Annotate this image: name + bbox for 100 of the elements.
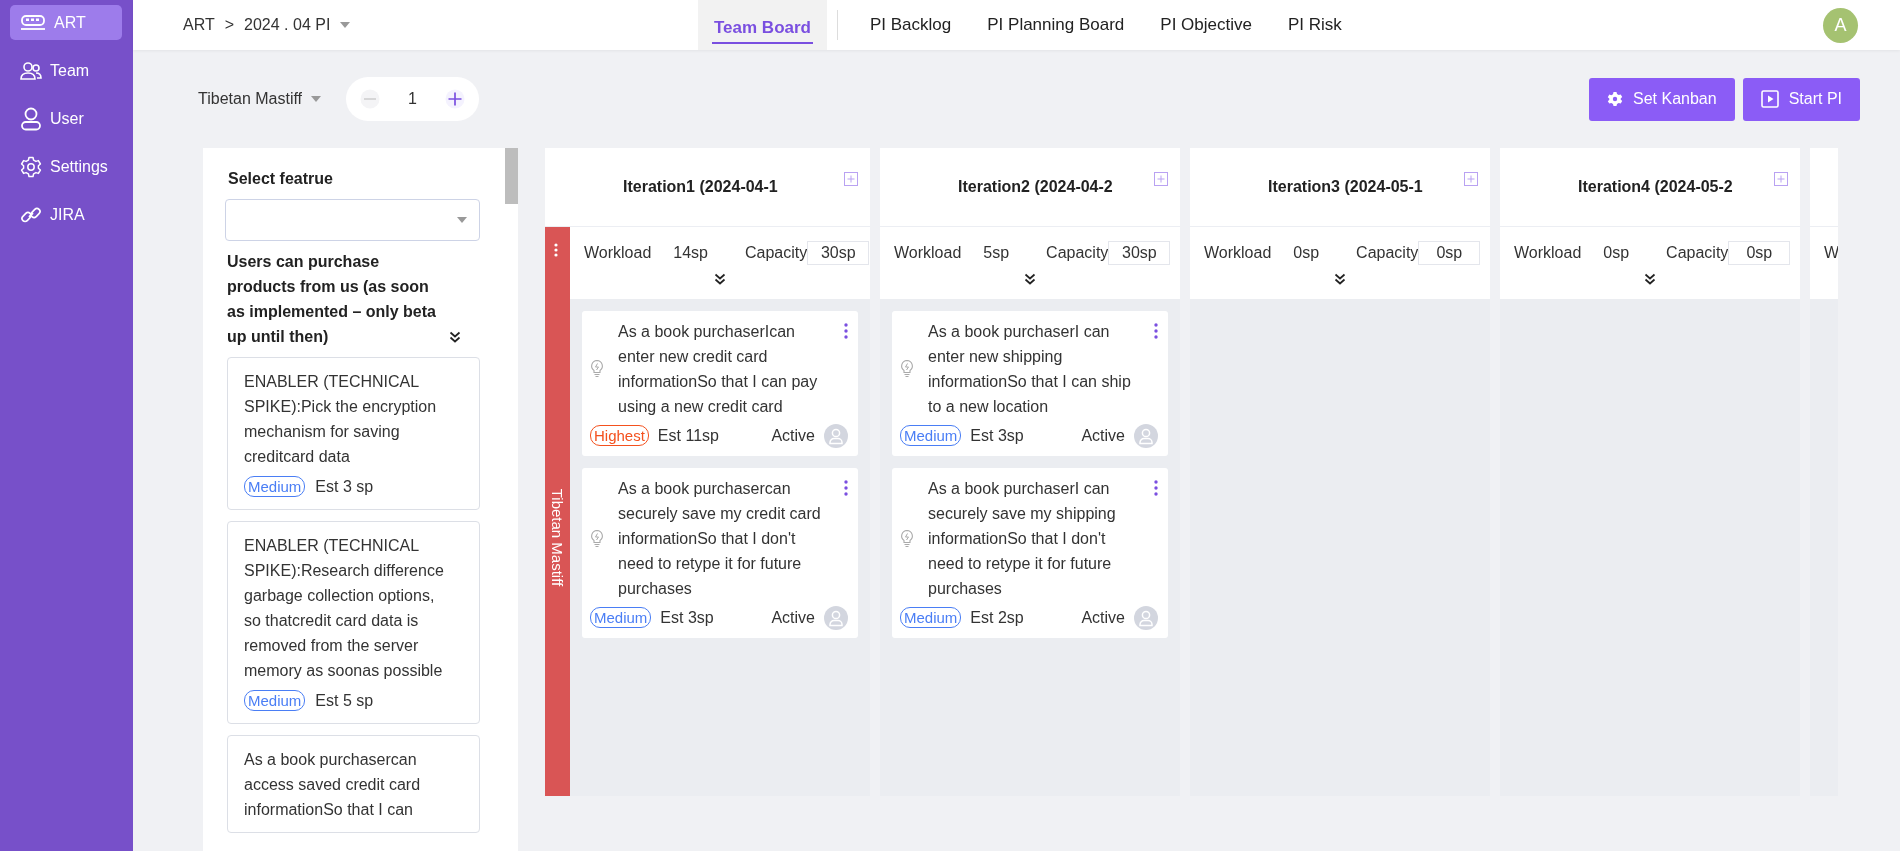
lightbulb-icon: [900, 359, 914, 379]
feature-title: Users can purchase products from us (as soon as implemented – only beta up until then): [227, 252, 437, 347]
feature-card[interactable]: ENABLER (TECHNICAL SPIKE):Research difference garbage collection options, so thatcredit card data is removed from the server memory as soonas possible Medium Est 5 sp: [227, 521, 480, 724]
iteration-title: Iteration2 (2024-04-2: [958, 178, 1113, 196]
capacity-field[interactable]: 30sp: [1108, 241, 1171, 265]
priority-tag: Highest: [590, 425, 649, 446]
capacity-field[interactable]: 0sp: [1728, 241, 1791, 265]
priority-tag: Medium: [244, 476, 306, 497]
story-text: As a book purchaserI can securely save my shipping informationSo that I don't need to retype it for future purchases: [927, 479, 1117, 599]
tab[interactable]: PI Risk: [1269, 0, 1360, 50]
workload-label: Workload: [894, 244, 962, 262]
add-icon[interactable]: [1464, 172, 1478, 186]
breadcrumb-separator: >: [224, 16, 235, 34]
workload-value: 5sp: [983, 244, 1010, 262]
iteration-title: Iteration3 (2024-05-1: [1268, 178, 1423, 196]
sidebar-item[interactable]: JIRA: [10, 197, 122, 232]
feature-card[interactable]: ENABLER (TECHNICAL SPIKE):Pick the encryption mechanism for saving creditcard data Medium Est 3 sp: [227, 357, 480, 510]
avatar-icon: [1134, 423, 1158, 448]
workload-label: Workload: [1514, 244, 1582, 262]
add-icon[interactable]: [1154, 172, 1168, 186]
swimlane-label: Tibetan Mastiff: [549, 488, 566, 586]
tab[interactable]: Team Board: [698, 0, 827, 50]
sidebar-item[interactable]: Team: [10, 53, 122, 88]
expand-icon[interactable]: [1644, 273, 1656, 285]
capacity-label: Capacity: [1356, 244, 1419, 262]
plus-button[interactable]: [444, 89, 465, 109]
more-icon[interactable]: [1154, 480, 1158, 496]
pi-dropdown[interactable]: 2024 . 04 PI: [244, 16, 351, 34]
user-icon: [20, 106, 42, 131]
workload-value: 0sp: [1603, 244, 1630, 262]
feature-card[interactable]: As a book purchasercan access saved credit card informationSo that I can: [227, 735, 480, 833]
more-icon[interactable]: [844, 480, 848, 496]
team-dropdown[interactable]: Tibetan Mastiff: [198, 90, 322, 108]
story-card[interactable]: As a book purchaserIcan enter new credit card informationSo that I can pay using a new credit card Highest Est 11sp Active: [582, 311, 858, 456]
workload-label: Workload: [1204, 244, 1272, 262]
expand-icon: [449, 331, 461, 343]
more-icon[interactable]: [1154, 323, 1158, 339]
story-card[interactable]: As a book purchaserI can enter new shipping informationSo that I can ship to a new location Medium Est 3sp Active: [892, 311, 1168, 456]
priority-tag: Medium: [244, 690, 306, 711]
priority-tag: Medium: [590, 607, 652, 628]
capacity-field[interactable]: 30sp: [807, 241, 870, 265]
story-text: As a book purchaserI can enter new shipping informationSo that I can ship to a new location: [927, 322, 1132, 417]
people-icon: [20, 60, 42, 81]
workload-value: 0sp: [1293, 244, 1320, 262]
story-text: As a book purchaserIcan enter new credit card informationSo that I can pay using a new credit card: [617, 322, 819, 417]
caret-icon: [311, 96, 322, 102]
feature-card-text: ENABLER (TECHNICAL SPIKE):Pick the encryption mechanism for saving creditcard data: [244, 372, 438, 467]
status-label: Active: [1081, 608, 1125, 628]
status-label: Active: [771, 608, 815, 628]
toolbar-button[interactable]: Start PI: [1742, 77, 1860, 121]
capacity-label: Capacity: [745, 244, 808, 262]
estimate-label: Est 3 sp: [315, 477, 374, 497]
expand-icon[interactable]: [714, 273, 726, 285]
capacity-label: Capacity: [1666, 244, 1729, 262]
capacity-field[interactable]: 0sp: [1418, 241, 1481, 265]
feature-card-text: As a book purchasercan access saved credit card informationSo that I can: [244, 750, 422, 820]
toolbar-button[interactable]: Set Kanban: [1589, 77, 1735, 121]
number-stepper[interactable]: 1: [346, 77, 479, 121]
play-icon: [1760, 90, 1779, 108]
expand-icon[interactable]: [1334, 273, 1346, 285]
train-icon: [20, 13, 46, 32]
lightbulb-icon: [900, 528, 914, 549]
estimate-label: Est 3sp: [970, 426, 1024, 446]
estimate-label: Est 2sp: [970, 608, 1024, 628]
avatar-icon: [824, 423, 848, 448]
settings-icon: [1607, 91, 1623, 107]
field-label: Select featrue: [228, 170, 334, 188]
story-text: As a book purchasercan securely save my credit card informationSo that I don't need to retype it for future purchases: [617, 479, 822, 599]
add-icon[interactable]: [844, 172, 858, 186]
caret-icon: [457, 217, 467, 223]
lightbulb-icon: [590, 359, 604, 379]
avatar-icon: [824, 605, 848, 630]
tab[interactable]: PI Planning Board: [969, 0, 1143, 50]
tab[interactable]: PI Backlog: [852, 0, 970, 50]
priority-tag: Medium: [900, 607, 962, 628]
sidebar-item[interactable]: User: [10, 101, 122, 136]
lightbulb-icon: [590, 528, 604, 549]
sidebar-item[interactable]: Settings: [10, 149, 122, 184]
breadcrumb-link[interactable]: ART: [183, 16, 215, 34]
add-icon[interactable]: [1774, 172, 1788, 186]
scrollbar-thumb[interactable]: [505, 148, 518, 204]
status-label: Active: [771, 426, 815, 446]
iteration-title: Iteration4 (2024-05-2: [1578, 178, 1733, 196]
story-card[interactable]: As a book purchaserI can securely save my shipping informationSo that I don't need to retype it for future purchases Medium Est 2sp Active: [892, 468, 1168, 638]
expand-icon[interactable]: [1024, 273, 1036, 285]
iteration-title: Iteration1 (2024-04-1: [623, 178, 778, 196]
status-label: Active: [1081, 426, 1125, 446]
more-icon[interactable]: [554, 243, 558, 257]
story-card[interactable]: As a book purchasercan securely save my credit card informationSo that I don't need to retype it for future purchases Medium Est 3sp Active: [582, 468, 858, 638]
more-icon[interactable]: [844, 323, 848, 339]
estimate-label: Est 3sp: [660, 608, 714, 628]
caret-icon: [340, 22, 351, 28]
capacity-label: Capacity: [1046, 244, 1109, 262]
tab[interactable]: PI Objective: [1142, 0, 1270, 50]
workload-value: 14sp: [673, 244, 708, 262]
estimate-label: Est 11sp: [657, 426, 719, 446]
estimate-label: Est 5 sp: [315, 691, 374, 711]
avatar-icon: [1134, 605, 1158, 630]
priority-tag: Medium: [900, 425, 962, 446]
feature-card-text: ENABLER (TECHNICAL SPIKE):Research difference garbage collection options, so thatcredit card data is removed from the server memory as soonas possible: [244, 536, 445, 681]
